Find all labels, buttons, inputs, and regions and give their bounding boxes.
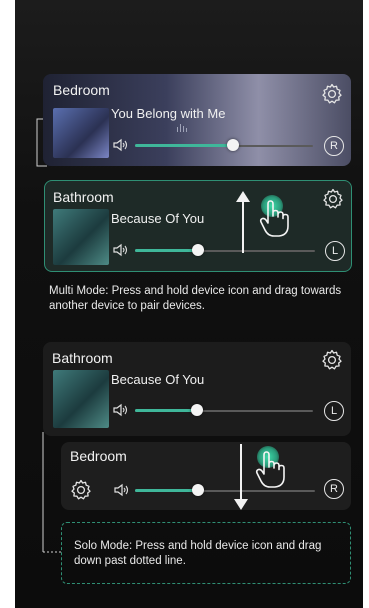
speaker-volume-icon bbox=[113, 243, 128, 257]
device-name: Bedroom bbox=[70, 448, 127, 464]
channel-button[interactable]: R bbox=[324, 479, 344, 499]
solo-mode-instruction: Solo Mode: Press and hold device icon an… bbox=[74, 540, 322, 567]
device-name: Bathroom bbox=[52, 350, 113, 366]
volume-fill bbox=[135, 249, 198, 252]
gear-icon[interactable] bbox=[320, 348, 344, 372]
arrow-down-icon bbox=[234, 444, 248, 510]
volume-slider-knob[interactable] bbox=[192, 244, 204, 256]
device-name: Bedroom bbox=[53, 82, 110, 98]
speaker-volume-icon bbox=[113, 138, 128, 152]
speaker-volume-icon bbox=[114, 483, 129, 497]
volume-fill bbox=[135, 489, 198, 492]
device-name: Bathroom bbox=[53, 189, 114, 205]
channel-button[interactable]: L bbox=[325, 241, 345, 261]
volume-fill bbox=[135, 144, 233, 147]
device-card-bedroom-solo[interactable]: Bedroom R bbox=[61, 442, 351, 510]
gear-icon[interactable] bbox=[320, 82, 344, 106]
device-card-bedroom[interactable]: Bedroom You Belong with Me R bbox=[43, 74, 351, 166]
phone-screen: Bedroom You Belong with Me R Bathroom Be… bbox=[15, 0, 363, 608]
hand-pointer-icon bbox=[255, 451, 285, 488]
solo-mode-instruction-box: Solo Mode: Press and hold device icon an… bbox=[61, 522, 351, 584]
gear-icon[interactable] bbox=[69, 478, 93, 502]
volume-fill bbox=[135, 409, 197, 412]
device-card-bathroom-solo[interactable]: Bathroom Because Of You L bbox=[43, 342, 351, 436]
arrow-up-icon bbox=[236, 191, 250, 253]
song-title: You Belong with Me bbox=[111, 106, 226, 121]
channel-button[interactable]: R bbox=[324, 136, 344, 156]
gear-icon[interactable] bbox=[321, 187, 345, 211]
album-art bbox=[53, 209, 109, 265]
volume-slider-knob[interactable] bbox=[227, 139, 239, 151]
device-card-bathroom[interactable]: Bathroom Because Of You L bbox=[44, 180, 352, 272]
solo-connector bbox=[42, 432, 61, 553]
hand-pointer-icon bbox=[259, 200, 289, 237]
song-title: Because Of You bbox=[111, 211, 205, 226]
volume-slider-knob[interactable] bbox=[192, 484, 204, 496]
song-title: Because Of You bbox=[111, 372, 205, 387]
album-art bbox=[53, 108, 109, 158]
volume-slider-knob[interactable] bbox=[191, 404, 203, 416]
multi-mode-instruction: Multi Mode: Press and hold device icon a… bbox=[49, 285, 342, 312]
equalizer-icon bbox=[177, 124, 187, 132]
channel-button[interactable]: L bbox=[324, 401, 344, 421]
album-art bbox=[53, 370, 109, 428]
speaker-volume-icon bbox=[113, 403, 128, 417]
